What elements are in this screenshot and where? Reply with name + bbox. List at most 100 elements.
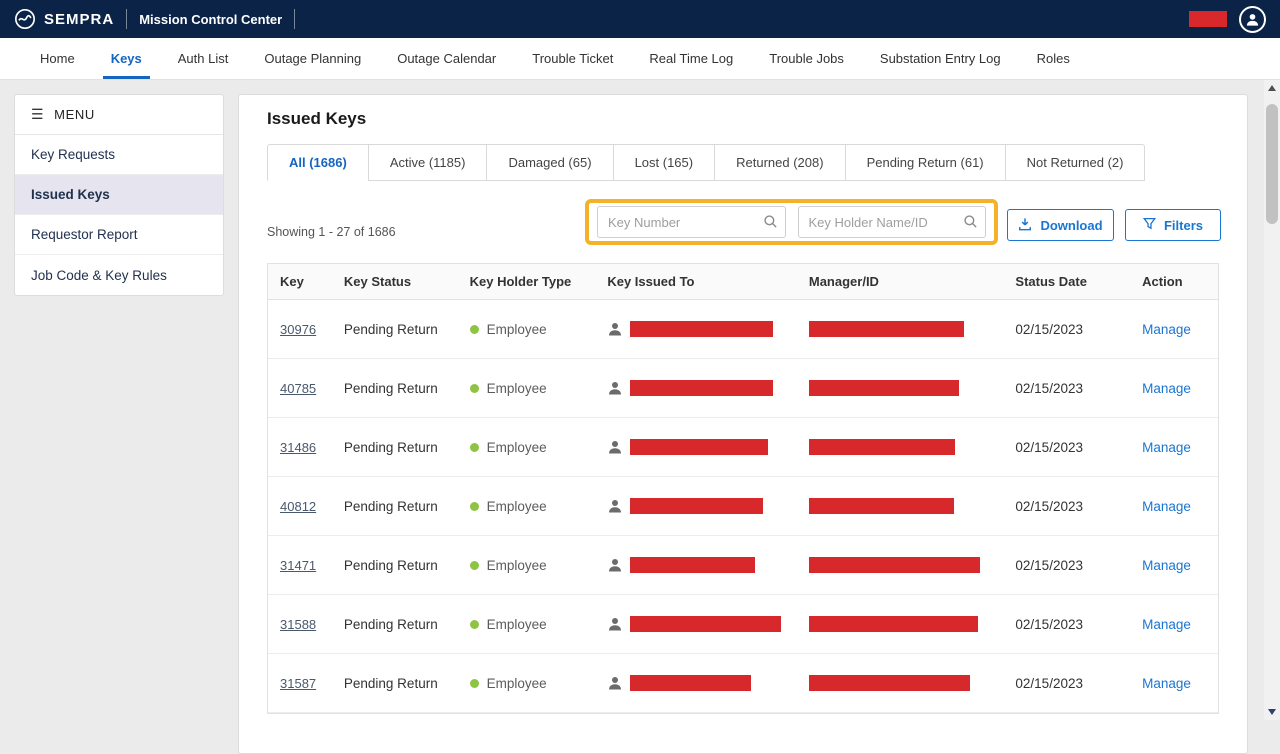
manage-link[interactable]: Manage <box>1142 617 1191 632</box>
tab-all-1686-[interactable]: All (1686) <box>267 144 369 181</box>
status-date-cell: 02/15/2023 <box>1015 439 1083 455</box>
nav-item-outage-calendar[interactable]: Outage Calendar <box>379 38 514 79</box>
manage-link[interactable]: Manage <box>1142 558 1191 573</box>
person-icon <box>607 498 623 514</box>
status-date-cell: 02/15/2023 <box>1015 321 1083 337</box>
sidebar-item-key-requests[interactable]: Key Requests <box>15 135 223 175</box>
nav-item-label: Home <box>40 51 75 66</box>
redacted-key-issued-to <box>630 321 774 337</box>
vertical-scrollbar[interactable] <box>1264 80 1280 720</box>
nav-item-roles[interactable]: Roles <box>1019 38 1088 79</box>
table-body: 30976 Pending Return Employee 02/15/2023… <box>268 300 1218 713</box>
scroll-up-button[interactable] <box>1264 80 1280 96</box>
table-row: 31587 Pending Return Employee 02/15/2023… <box>268 654 1218 713</box>
column-header: Key Status <box>343 274 412 289</box>
manage-link[interactable]: Manage <box>1142 499 1191 514</box>
download-icon <box>1018 217 1032 234</box>
redacted-user-info <box>1189 11 1227 27</box>
main-content: Issued Keys All (1686) Active (1185) Dam… <box>238 94 1248 754</box>
sidebar-item-job-code-key-rules[interactable]: Job Code & Key Rules <box>15 255 223 295</box>
redacted-manager-id <box>808 380 959 396</box>
scroll-down-button[interactable] <box>1264 704 1280 720</box>
app-title: Mission Control Center <box>139 11 283 27</box>
arrow-down-icon <box>1268 709 1276 715</box>
tab-active-1185-[interactable]: Active (1185) <box>367 144 488 181</box>
status-tabs: All (1686) Active (1185) Damaged (65) Lo… <box>267 144 1146 181</box>
status-date-cell: 02/15/2023 <box>1015 616 1083 632</box>
scrollbar-thumb[interactable] <box>1266 104 1278 224</box>
nav-item-outage-planning[interactable]: Outage Planning <box>246 38 379 79</box>
manage-link[interactable]: Manage <box>1142 381 1191 396</box>
column-header: Action <box>1142 274 1183 289</box>
manage-link[interactable]: Manage <box>1142 440 1191 455</box>
issued-keys-table: Key Key Status Key Holder Type Key Issued T… <box>267 263 1219 714</box>
key-holder-type-cell: Employee <box>486 557 547 573</box>
key-status-cell: Pending Return <box>343 498 438 514</box>
person-icon <box>607 616 623 632</box>
key-number-link[interactable]: 31587 <box>280 676 316 691</box>
table-row: 31486 Pending Return Employee 02/15/2023… <box>268 418 1218 477</box>
redacted-manager-id <box>808 321 964 337</box>
tab-not-returned-2-[interactable]: Not Returned (2) <box>1004 144 1146 181</box>
key-holder-type-cell: Employee <box>486 380 547 396</box>
nav-item-home[interactable]: Home <box>22 38 93 79</box>
nav-item-trouble-jobs[interactable]: Trouble Jobs <box>751 38 862 79</box>
manage-link[interactable]: Manage <box>1142 676 1191 691</box>
tab-damaged-65-[interactable]: Damaged (65) <box>486 144 614 181</box>
person-icon <box>607 557 623 573</box>
holder-status-dot-icon <box>469 324 479 334</box>
tab-pending-return-61-[interactable]: Pending Return (61) <box>844 144 1006 181</box>
key-holder-search <box>797 206 986 238</box>
tab-returned-208-[interactable]: Returned (208) <box>714 144 846 181</box>
person-icon <box>607 380 623 396</box>
filter-icon <box>1142 217 1157 233</box>
tab-lost-165-[interactable]: Lost (165) <box>612 144 716 181</box>
key-number-link[interactable]: 40785 <box>280 381 316 396</box>
person-icon <box>1246 13 1259 26</box>
nav-item-trouble-ticket[interactable]: Trouble Ticket <box>514 38 631 79</box>
holder-status-dot-icon <box>469 560 479 570</box>
table-row: 31588 Pending Return Employee 02/15/2023… <box>268 595 1218 654</box>
redacted-manager-id <box>808 675 970 691</box>
download-button[interactable]: Download <box>1007 209 1114 241</box>
nav-item-keys[interactable]: Keys <box>93 38 160 79</box>
nav-item-label: Substation Entry Log <box>879 51 1001 66</box>
key-number-link[interactable]: 31471 <box>280 558 316 573</box>
column-header: Manager/ID <box>808 274 879 289</box>
table-row: 30976 Pending Return Employee 02/15/2023… <box>268 300 1218 359</box>
filters-button[interactable]: Filters <box>1125 209 1221 241</box>
key-number-link[interactable]: 31588 <box>280 617 316 632</box>
table-row: 40812 Pending Return Employee 02/15/2023… <box>268 477 1218 536</box>
tab-label: Not Returned (2) <box>1026 155 1124 170</box>
tab-label: All (1686) <box>289 155 347 170</box>
holder-status-dot-icon <box>469 383 479 393</box>
nav-item-label: Keys <box>110 51 142 66</box>
sidebar-item-issued-keys[interactable]: Issued Keys <box>15 175 223 215</box>
sidebar-item-requestor-report[interactable]: Requestor Report <box>15 215 223 255</box>
redacted-key-issued-to <box>630 616 782 632</box>
sidebar-menu-header[interactable]: ☰ MENU <box>15 95 223 135</box>
main-navigation: Home Keys Auth List Outage Planning Outa… <box>0 38 1280 80</box>
key-status-cell: Pending Return <box>343 321 438 337</box>
key-number-search <box>597 206 786 238</box>
redacted-key-issued-to <box>630 439 769 455</box>
toolbar: Showing 1 - 27 of 1686 Download <box>267 181 1221 263</box>
key-number-input[interactable] <box>597 206 786 238</box>
sempra-logo-icon <box>14 8 36 30</box>
brand-name: SEMPRA <box>44 10 115 28</box>
menu-label: MENU <box>54 107 95 122</box>
key-number-link[interactable]: 30976 <box>280 322 316 337</box>
key-number-link[interactable]: 31486 <box>280 440 316 455</box>
key-number-link[interactable]: 40812 <box>280 499 316 514</box>
table-header: Key Key Status Key Holder Type Key Issued T… <box>268 264 1218 300</box>
key-holder-input[interactable] <box>797 206 986 238</box>
user-avatar-button[interactable] <box>1239 5 1266 33</box>
nav-item-label: Trouble Ticket <box>532 51 614 66</box>
top-bar: SEMPRA Mission Control Center <box>0 0 1280 38</box>
redacted-key-issued-to <box>630 498 764 514</box>
nav-item-real-time-log[interactable]: Real Time Log <box>631 38 751 79</box>
sidebar-item-label: Job Code & Key Rules <box>31 267 167 283</box>
nav-item-substation-entry-log[interactable]: Substation Entry Log <box>862 38 1019 79</box>
manage-link[interactable]: Manage <box>1142 322 1191 337</box>
nav-item-auth-list[interactable]: Auth List <box>160 38 247 79</box>
